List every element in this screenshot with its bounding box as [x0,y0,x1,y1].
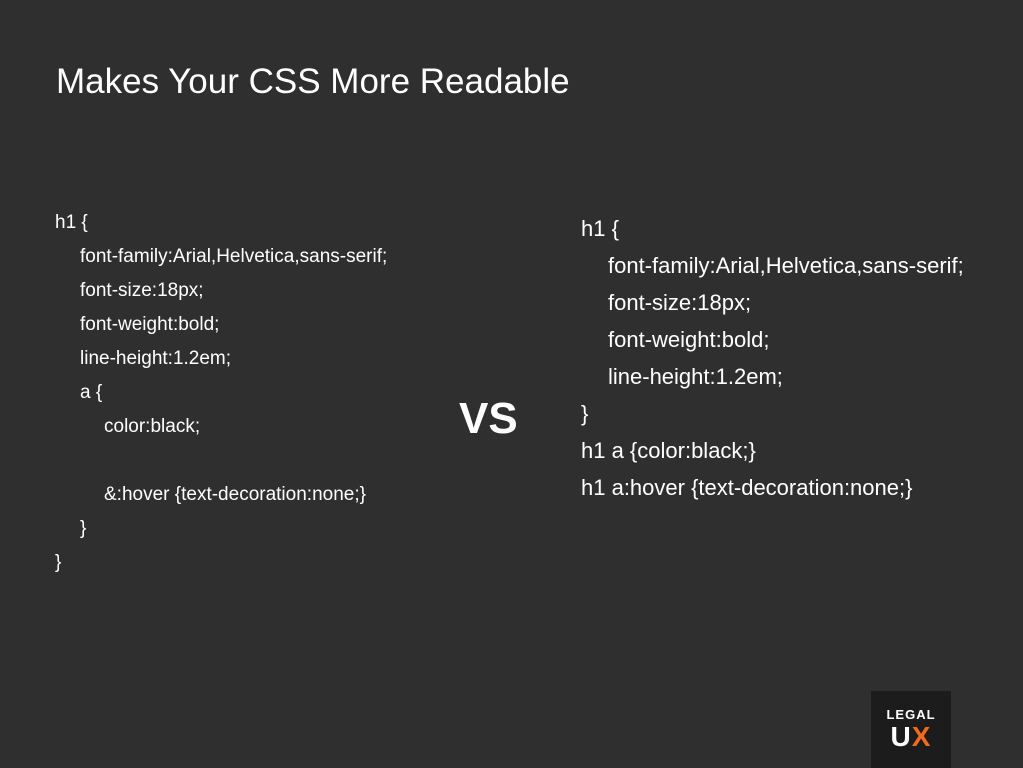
code-line: } [80,518,87,539]
code-line: h1 a {color:black;} [581,438,756,463]
code-line: font-family:Arial,Helvetica,sans-serif; [80,246,388,267]
code-line: } [55,552,62,573]
code-line: font-weight:bold; [80,314,220,335]
nested-css-code-block: h1 { font-family:Arial,Helvetica,sans-se… [55,206,387,580]
code-line: font-family:Arial,Helvetica,sans-serif; [608,253,964,278]
code-line: color:black; [104,416,201,437]
code-line: a { [80,382,103,403]
logo-ux-text: UX [871,723,951,751]
code-line: line-height:1.2em; [608,364,783,389]
slide-title: Makes Your CSS More Readable [56,62,570,101]
vs-label: VS [459,394,518,443]
code-line: h1 { [581,216,619,241]
code-line: font-size:18px; [608,290,752,315]
code-line: h1 { [55,212,88,233]
flat-css-code-block: h1 { font-family:Arial,Helvetica,sans-se… [581,210,964,506]
code-line: } [581,401,589,426]
code-line-blank [55,444,387,478]
code-line: h1 a:hover {text-decoration:none;} [581,475,913,500]
code-line: font-weight:bold; [608,327,770,352]
logo-legal-text: LEGAL [886,707,936,722]
code-line: &:hover {text-decoration:none;} [104,484,366,505]
legal-ux-logo: LEGAL UX [871,691,951,768]
code-line: font-size:18px; [80,280,204,301]
code-line: line-height:1.2em; [80,348,232,369]
logo-x-letter: X [911,721,932,752]
logo-u-letter: U [890,721,912,752]
